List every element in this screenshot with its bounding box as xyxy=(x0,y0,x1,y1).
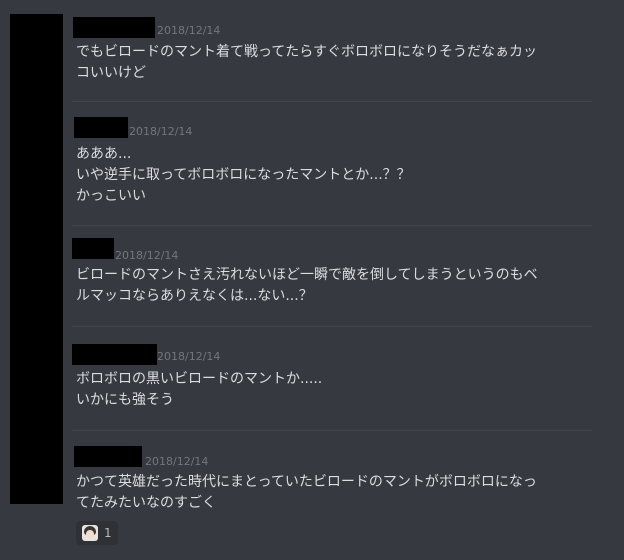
message-text: ルマッコならありえなくは...ない...？ xyxy=(76,288,313,304)
redacted-username[interactable] xyxy=(72,238,114,259)
divider xyxy=(72,430,592,431)
divider xyxy=(72,101,592,102)
timestamp: 2018/12/14 xyxy=(115,249,179,262)
redacted-username[interactable] xyxy=(73,17,155,38)
message-text: かっこいい xyxy=(76,188,146,204)
message-text: いや逆手に取ってボロボロになったマントとか...？？ xyxy=(76,167,411,183)
redacted-avatar xyxy=(10,14,63,504)
message-text: かつて英雄だった時代にまとっていたビロードのマントがボロボロになっ xyxy=(76,474,537,490)
timestamp: 2018/12/14 xyxy=(129,125,193,138)
message-text: コいいけど xyxy=(76,65,146,81)
divider xyxy=(72,326,592,327)
message-text: いかにも強そう xyxy=(76,392,174,408)
redacted-username[interactable] xyxy=(74,117,128,138)
divider xyxy=(72,225,592,226)
reaction-count: 1 xyxy=(104,526,112,540)
message-text: あああ... xyxy=(76,146,132,162)
message-text: ボロボロの黒いビロードのマントか..... xyxy=(76,371,323,387)
message-text: てたみたいなのすごく xyxy=(76,495,216,511)
message-text: ビロードのマントさえ汚れないほど一瞬で敵を倒してしまうというのもベ xyxy=(76,267,538,283)
timestamp: 2018/12/14 xyxy=(157,24,221,37)
message-text: でもビロードのマント着て戦ってたらすぐボロボロになりそうだなぁカッ xyxy=(76,44,538,60)
timestamp: 2018/12/14 xyxy=(157,350,221,363)
timestamp: 2018/12/14 xyxy=(145,455,209,468)
redacted-username[interactable] xyxy=(72,344,157,365)
redacted-username[interactable] xyxy=(74,446,142,467)
character-face-emoji-icon xyxy=(82,525,98,541)
chat-view: 2018/12/14 でもビロードのマント着て戦ってたらすぐボロボロになりそうだ… xyxy=(0,0,624,560)
reaction-button[interactable]: 1 xyxy=(76,521,118,545)
